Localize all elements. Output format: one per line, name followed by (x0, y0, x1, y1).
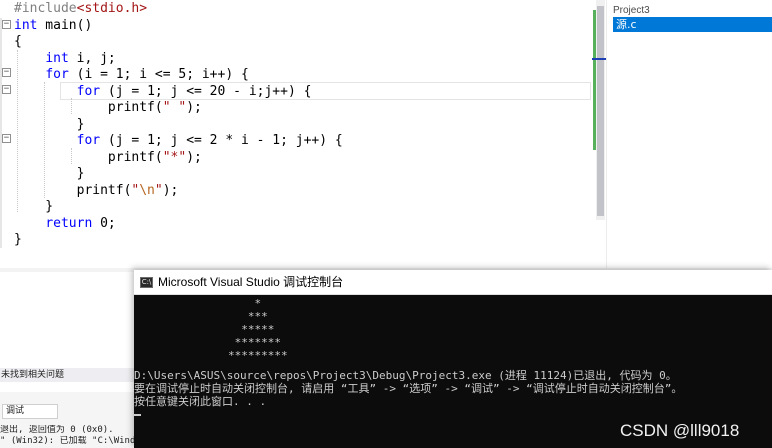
code-token: i, j; (68, 50, 116, 66)
code-token: } (14, 166, 85, 181)
code-token: ); (186, 149, 202, 165)
console-app-icon: C:\ (140, 277, 153, 288)
keyword-token: return (45, 215, 93, 231)
code-token: main() (37, 17, 93, 33)
console-cursor (134, 414, 141, 416)
keyword-token: for (45, 67, 69, 82)
code-line[interactable]: } (14, 116, 85, 133)
code-line[interactable]: #include<stdio.h> (14, 1, 147, 17)
code-line[interactable]: return 0; (14, 215, 116, 232)
output-line: " (Win32): 已加载 "C:\Windo (0, 436, 134, 446)
console-output-line: *** (228, 310, 268, 323)
code-token: ); (186, 100, 202, 115)
code-token: 0; (92, 215, 116, 231)
code-token: printf( (14, 149, 163, 165)
indent-guide (71, 98, 72, 114)
keyword-token: int (14, 17, 38, 33)
code-token: \n (139, 182, 155, 198)
console-output-line: ******* (228, 336, 281, 349)
code-editor[interactable]: #include<stdio.h> int main(){ int i, j; f… (0, 0, 593, 268)
fold-toggle-inner-for-2[interactable]: − (2, 134, 11, 143)
fold-toggle-inner-for-1[interactable]: − (2, 85, 11, 94)
solution-explorer (606, 0, 772, 268)
code-line[interactable]: { (14, 34, 22, 50)
code-token: { (14, 34, 22, 49)
code-line[interactable]: int i, j; (14, 50, 116, 67)
error-list-status: 未找到相关问题 (0, 368, 134, 382)
code-token: } (14, 232, 22, 247)
code-line[interactable]: } (14, 199, 53, 215)
code-token: printf( (14, 100, 163, 115)
keyword-token: for (76, 83, 101, 99)
code-line[interactable]: printf("\n"); (14, 182, 179, 199)
code-token: } (14, 116, 85, 132)
code-token: printf( (14, 182, 132, 198)
fold-toggle-outer-for[interactable]: − (2, 68, 11, 77)
string-token: "*" (162, 149, 187, 165)
watermark: CSDN @lll9018 (620, 421, 740, 440)
console-title: Microsoft Visual Studio 调试控制台 (158, 275, 344, 289)
string-token: " " (162, 100, 187, 115)
code-token: (j = 1; j <= 2 * i - 1; j++) { (100, 133, 343, 148)
code-token: <stdio.h> (76, 1, 148, 16)
indent-guide (44, 82, 45, 198)
code-line[interactable]: for (i = 1; i <= 5; i++) { (14, 67, 249, 83)
code-token: #include (14, 1, 77, 16)
caret-position-marker (592, 58, 606, 60)
code-line[interactable]: } (14, 232, 22, 248)
outline-rail (0, 18, 2, 248)
code-line[interactable]: } (14, 166, 85, 182)
output-line: 退出, 返回值为 0 (0x0). (0, 425, 114, 435)
code-line[interactable]: for (j = 1; j <= 2 * i - 1; j++) { (14, 133, 343, 149)
code-line[interactable]: printf(" "); (14, 100, 202, 116)
console-output-line: * (228, 297, 262, 310)
code-token: } (14, 199, 54, 214)
code-line[interactable]: printf("*"); (14, 150, 202, 166)
selected-file-node[interactable]: 源.c (613, 17, 772, 32)
code-token: ); (162, 182, 179, 198)
console-output-line: 按任意键关闭此窗口. . . (134, 395, 267, 408)
keyword-token: int (45, 50, 69, 66)
console-output-line: 要在调试停止时自动关闭控制台, 请启用 “工具” -> “选项” -> “调试”… (134, 382, 683, 395)
console-title-bar[interactable]: C:\ Microsoft Visual Studio 调试控制台 (134, 270, 772, 295)
code-line[interactable]: int main() (14, 18, 92, 34)
indent-guide (71, 148, 72, 164)
console-output-line: ***** (228, 323, 275, 336)
console-output-line: ********* (228, 349, 288, 362)
output-source-tab[interactable]: 调试 (2, 404, 58, 419)
scrollbar-thumb[interactable] (597, 6, 604, 216)
fold-toggle-main[interactable]: − (2, 20, 11, 29)
code-line[interactable]: for (j = 1; j <= 20 - i;j++) { (14, 83, 312, 100)
string-token: " (154, 182, 163, 198)
project-node[interactable]: Project3 (613, 4, 650, 18)
code-token: (i = 1; i <= 5; i++) { (68, 67, 249, 82)
keyword-token: for (76, 133, 101, 148)
code-token: (j = 1; j <= 20 - i;j++) { (100, 83, 312, 99)
console-output-line: D:\Users\ASUS\source\repos\Project3\Debu… (134, 369, 677, 382)
indent-guide (17, 50, 18, 212)
